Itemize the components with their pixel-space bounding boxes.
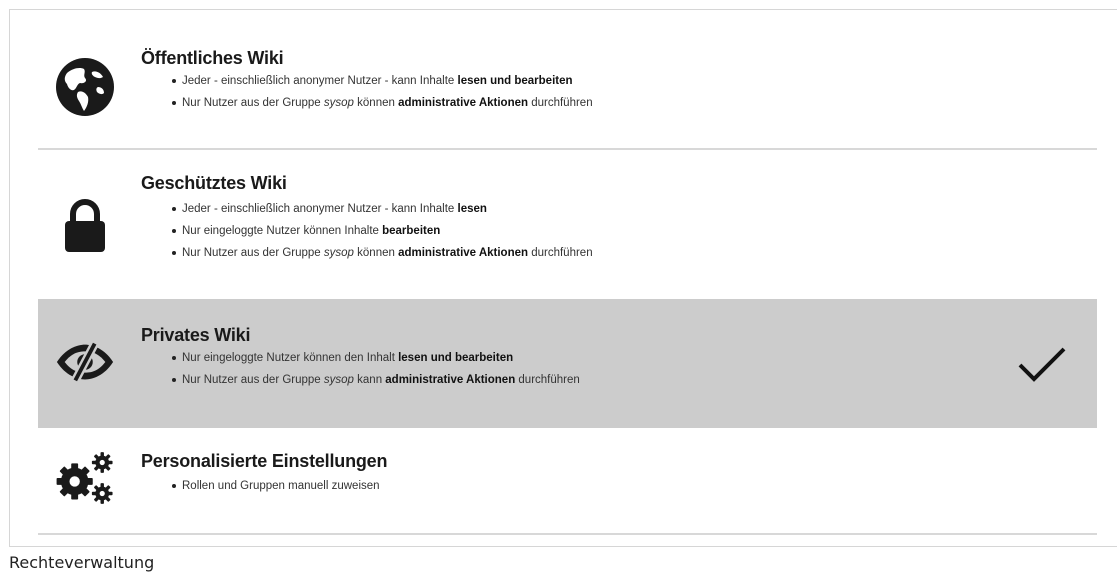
checkmark-icon xyxy=(1018,347,1066,382)
option-title: Privates Wiki xyxy=(141,325,251,345)
option-title: Geschütztes Wiki xyxy=(141,173,287,193)
option-title: Personalisierte Einstellungen xyxy=(141,451,388,471)
option-bullets: Rollen und Gruppen manuell zuweisen xyxy=(172,475,380,497)
option-public-wiki[interactable]: Öffentliches Wiki Jeder - einschließlich… xyxy=(38,16,1097,150)
option-bullets: Nur eingeloggte Nutzer können den Inhalt… xyxy=(172,347,580,391)
gears-icon xyxy=(54,447,116,509)
list-item: Nur eingeloggte Nutzer können Inhalte be… xyxy=(172,220,593,242)
list-item: Rollen und Gruppen manuell zuweisen xyxy=(172,475,380,497)
list-item: Nur eingeloggte Nutzer können den Inhalt… xyxy=(172,347,580,369)
list-item: Nur Nutzer aus der Gruppe sysop kann adm… xyxy=(172,369,580,391)
option-custom-settings[interactable]: Personalisierte Einstellungen Rollen und… xyxy=(38,429,1097,535)
figure-caption: Rechteverwaltung xyxy=(9,553,155,572)
option-bullets: Jeder - einschließlich anonymer Nutzer -… xyxy=(172,198,593,264)
list-item: Jeder - einschließlich anonymer Nutzer -… xyxy=(172,70,593,92)
option-private-wiki[interactable]: Privates Wiki Nur eingeloggte Nutzer kön… xyxy=(38,299,1097,428)
list-item: Jeder - einschließlich anonymer Nutzer -… xyxy=(172,198,593,220)
globe-icon xyxy=(54,56,116,118)
list-item: Nur Nutzer aus der Gruppe sysop können a… xyxy=(172,92,593,114)
eye-slash-icon xyxy=(54,331,116,393)
option-title: Öffentliches Wiki xyxy=(141,48,284,68)
list-item: Nur Nutzer aus der Gruppe sysop können a… xyxy=(172,242,593,264)
option-protected-wiki[interactable]: Geschütztes Wiki Jeder - einschließlich … xyxy=(38,151,1097,298)
lock-icon xyxy=(54,195,116,257)
option-bullets: Jeder - einschließlich anonymer Nutzer -… xyxy=(172,70,593,114)
